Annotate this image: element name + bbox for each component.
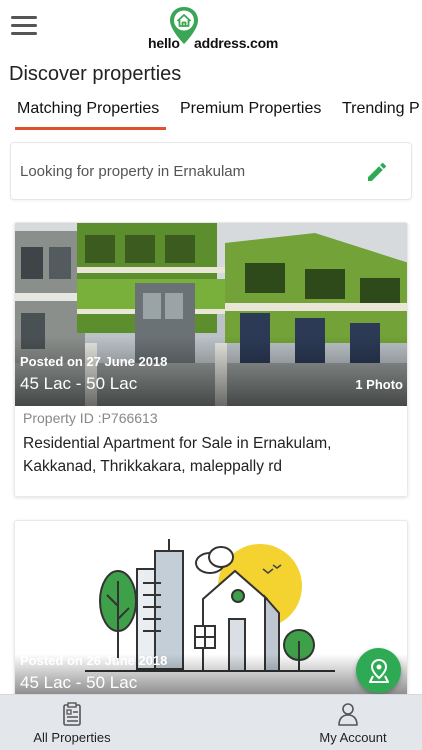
search-criteria-text: Looking for property in Ernakulam	[20, 163, 246, 180]
map-view-button[interactable]	[356, 648, 401, 693]
map-pin-icon	[369, 658, 389, 683]
user-account-icon	[338, 703, 358, 726]
posted-date: Posted on 26 June 2018	[20, 653, 168, 668]
property-photo-placeholder[interactable]: Posted on 26 June 2018 45 Lac - 50 Lac	[15, 521, 407, 699]
property-list-icon	[63, 702, 81, 726]
property-card[interactable]: Posted on 27 June 2018 45 Lac - 50 Lac 1…	[14, 222, 408, 497]
nav-my-account-label: My Account	[319, 730, 387, 745]
property-id: Property ID :P766613	[23, 410, 158, 426]
hello-address-logo[interactable]: hello address.com	[148, 6, 279, 51]
nav-my-account[interactable]: My Account	[283, 695, 422, 750]
posted-date: Posted on 27 June 2018	[20, 354, 168, 369]
pencil-edit-icon[interactable]	[365, 160, 389, 184]
property-card[interactable]: Posted on 26 June 2018 45 Lac - 50 Lac	[14, 520, 408, 700]
property-photo[interactable]: Posted on 27 June 2018 45 Lac - 50 Lac 1…	[15, 223, 407, 406]
photo-count[interactable]: 1 Photo	[355, 377, 403, 392]
price-range: 45 Lac - 50 Lac	[20, 673, 138, 692]
tab-matching-properties[interactable]: Matching Properties	[17, 100, 159, 118]
active-tab-indicator	[15, 127, 166, 130]
tab-premium-properties[interactable]: Premium Properties	[180, 100, 321, 118]
search-criteria-card[interactable]: Looking for property in Ernakulam	[10, 142, 412, 200]
nav-all-properties-label: All Properties	[33, 730, 111, 745]
hamburger-menu-icon[interactable]	[11, 16, 37, 36]
property-title[interactable]: Residential Apartment for Sale in Ernaku…	[23, 432, 393, 478]
top-bar: hello address.com	[0, 0, 422, 56]
tab-trending-properties[interactable]: Trending P	[342, 100, 420, 118]
bottom-navigation: All Properties My Account	[0, 694, 422, 750]
page-title: Discover properties	[9, 63, 182, 85]
logo-word-address: address.com	[194, 35, 279, 51]
app-screen: hello address.com Discover properties Ma…	[0, 0, 422, 750]
price-range: 45 Lac - 50 Lac	[20, 374, 138, 393]
photo-overlay-gradient	[15, 336, 407, 406]
nav-all-properties[interactable]: All Properties	[2, 695, 142, 750]
